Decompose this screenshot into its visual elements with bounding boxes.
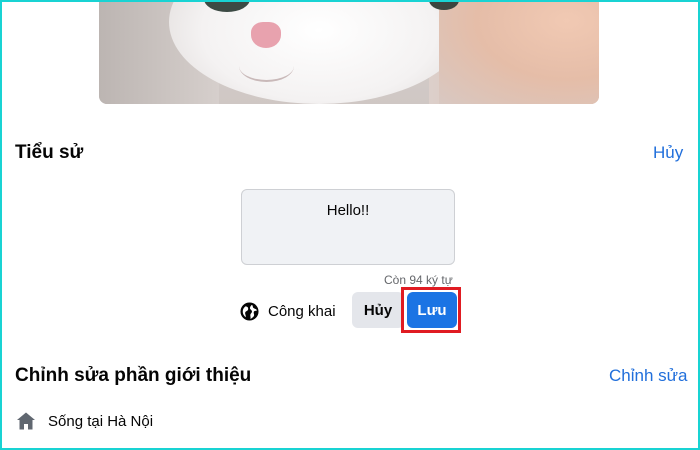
cover-photo[interactable] [99, 0, 599, 104]
intro-edit-link[interactable]: Chỉnh sửa [609, 366, 687, 386]
cancel-button[interactable]: Hủy [352, 292, 404, 328]
bio-textarea[interactable]: Hello!! [241, 189, 455, 265]
globe-icon [240, 301, 259, 321]
lives-in-item: Sống tại Hà Nội [16, 411, 153, 431]
privacy-label: Công khai [268, 302, 336, 320]
save-button-highlight [401, 287, 461, 333]
char-count: Còn 94 ký tự [384, 273, 453, 287]
privacy-selector[interactable]: Công khai [240, 300, 336, 322]
bio-section-title: Tiểu sử [15, 142, 84, 163]
lives-in-city[interactable]: Hà Nội [107, 413, 153, 430]
lives-in-prefix: Sống tại [48, 412, 108, 430]
intro-section-title: Chỉnh sửa phần giới thiệu [15, 365, 252, 386]
bio-text: Hello!! [326, 202, 370, 219]
bio-cancel-link[interactable]: Hủy [653, 143, 683, 163]
home-icon [17, 412, 35, 430]
